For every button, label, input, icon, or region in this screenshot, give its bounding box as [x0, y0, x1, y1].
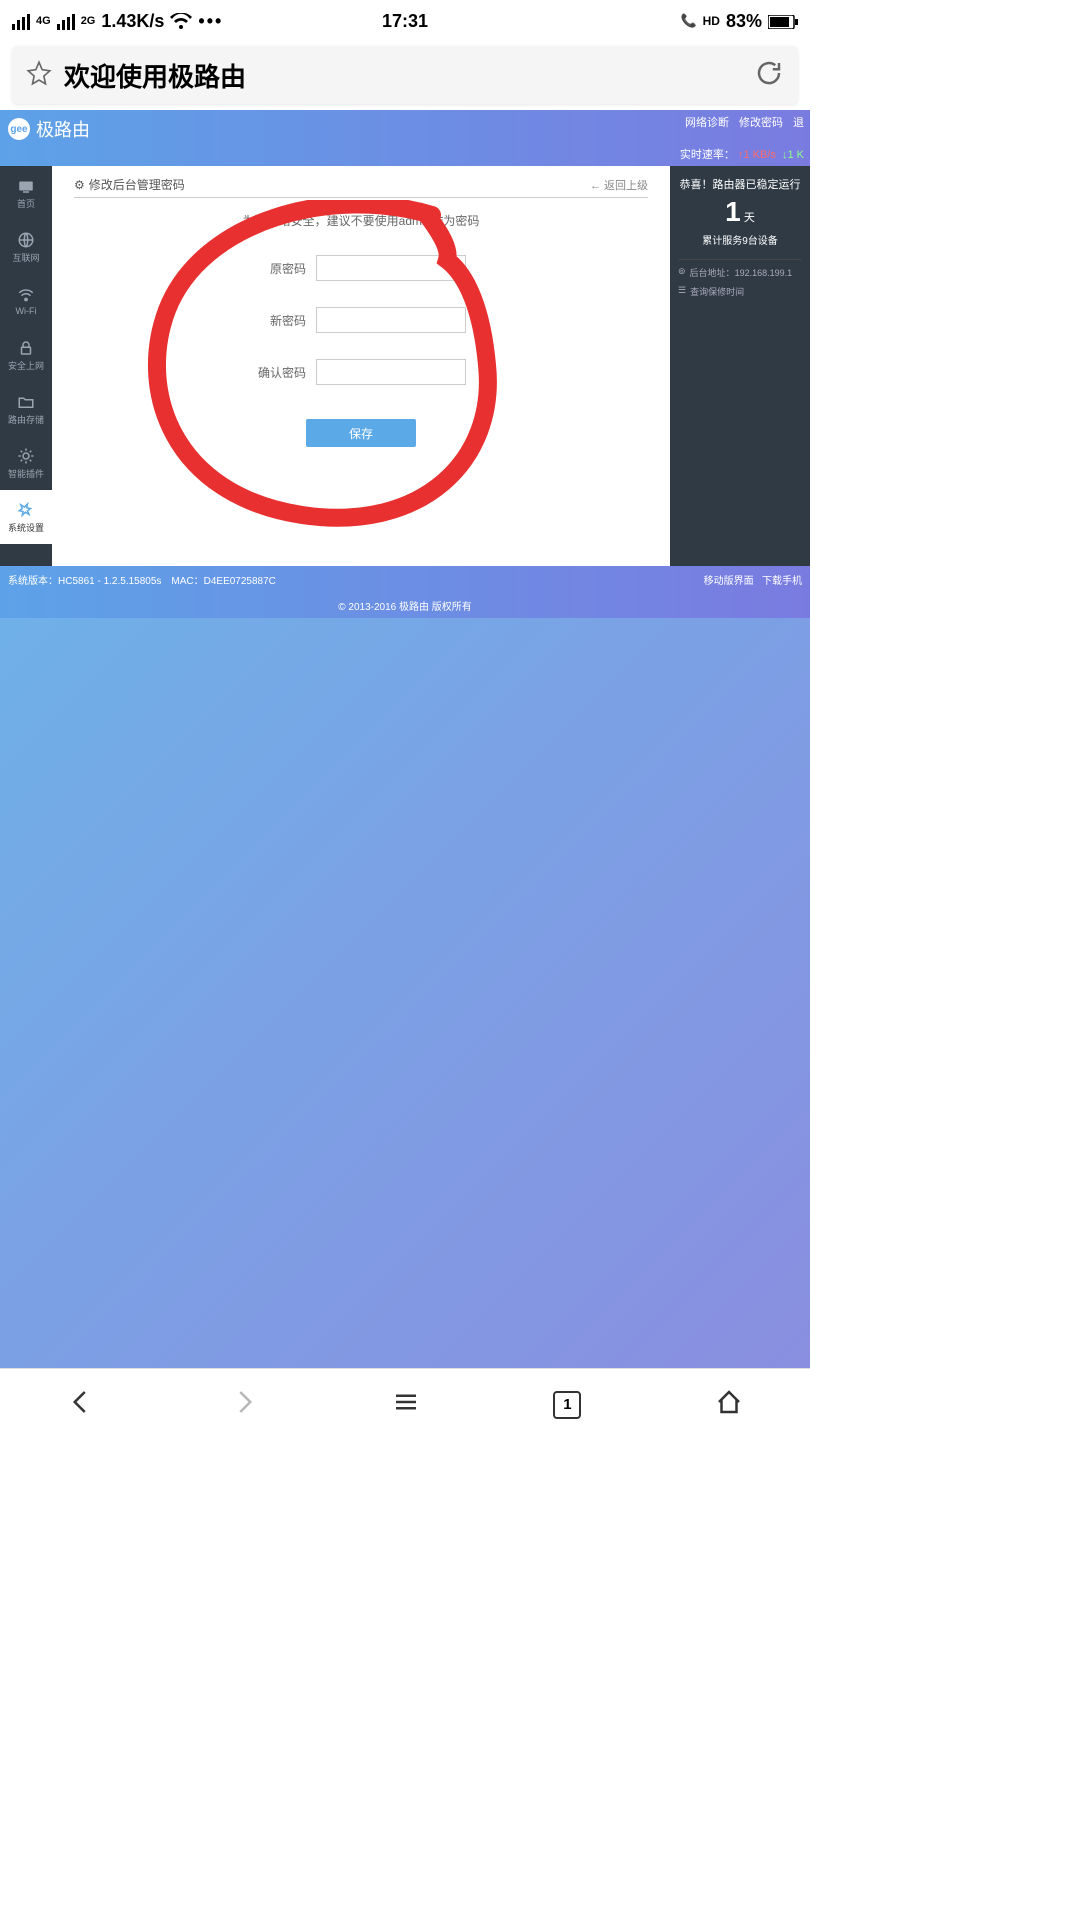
hd-label: HD — [703, 14, 720, 28]
warranty-link[interactable]: 查询保修时间 — [690, 285, 744, 298]
sidebar-item-home[interactable]: 首页 — [0, 166, 52, 220]
signal-4g-icon — [12, 11, 30, 32]
signal-2g-icon — [57, 11, 75, 32]
main-panel: ⚙修改后台管理密码 ← 返回上级 为了网络安全，建议不要使用admin作为密码 … — [52, 166, 670, 566]
status-column: 恭喜！路由器已稳定运行 1 天 累计服务9台设备 ⊚ 后台地址：192.168.1… — [670, 166, 810, 566]
panel-title: 修改后台管理密码 — [89, 178, 185, 192]
reload-icon[interactable] — [754, 58, 784, 93]
nav-tabs-button[interactable]: 1 — [553, 1391, 581, 1419]
sidebar-item-internet[interactable]: 互联网 — [0, 220, 52, 274]
tab-count: 1 — [563, 1396, 571, 1413]
nav-forward-icon[interactable] — [229, 1387, 259, 1422]
sidebar-item-label: 首页 — [17, 197, 35, 210]
hd-call-icon: 📞 — [680, 13, 696, 29]
sidebar-item-label: 路由存储 — [8, 413, 44, 426]
sidebar-item-storage[interactable]: 路由存储 — [0, 382, 52, 436]
sidebar-item-security[interactable]: 安全上网 — [0, 328, 52, 382]
rate-label: 实时速率： — [680, 149, 735, 161]
page-title: 欢迎使用极路由 — [64, 57, 742, 94]
router-header: gee 极路由 网络诊断 修改密码 退 实时速率： ↑1 KB/s ↓1 K — [0, 110, 810, 166]
backend-ip: 192.168.199.1 — [735, 268, 793, 278]
link-network-diag[interactable]: 网络诊断 — [685, 114, 729, 130]
page-background-gradient — [0, 618, 810, 1376]
old-password-label: 原密码 — [256, 260, 306, 277]
footer-bar: 系统版本：HC5861 - 1.2.5.15805s MAC：D4EE07258… — [0, 566, 810, 592]
sidebar-item-label: 智能插件 — [8, 467, 44, 480]
confirm-password-label: 确认密码 — [256, 364, 306, 381]
security-hint: 为了网络安全，建议不要使用admin作为密码 — [74, 212, 648, 229]
gear-icon: ⚙ — [74, 178, 85, 192]
old-password-input[interactable] — [316, 255, 466, 281]
browser-bottom-nav: 1 — [0, 1368, 810, 1440]
download-app-link[interactable]: 下载手机 — [762, 576, 802, 587]
backend-label: 后台地址： — [690, 268, 735, 278]
net-4g-label: 4G — [36, 15, 51, 27]
new-password-label: 新密码 — [256, 312, 306, 329]
uptime-congrats: 恭喜！路由器已稳定运行 — [678, 176, 802, 192]
uptime-unit: 天 — [744, 212, 755, 224]
new-password-input[interactable] — [316, 307, 466, 333]
back-link[interactable]: ← 返回上级 — [590, 177, 648, 193]
uptime-days: 1 — [725, 196, 741, 227]
link-logout[interactable]: 退 — [793, 114, 804, 130]
rate-download: 1 K — [787, 149, 804, 161]
sidebar-item-settings[interactable]: 系统设置 — [0, 490, 52, 544]
version-info: 系统版本：HC5861 - 1.2.5.15805s MAC：D4EE07258… — [8, 572, 276, 587]
save-button[interactable]: 保存 — [306, 419, 416, 447]
sidebar-item-label: Wi-Fi — [16, 306, 37, 316]
browser-address-bar[interactable]: 欢迎使用极路由 — [12, 46, 798, 104]
clock: 17:31 — [382, 11, 428, 32]
list-icon: ☰ — [678, 285, 686, 298]
sidebar-item-label: 互联网 — [12, 251, 39, 264]
link-change-password[interactable]: 修改密码 — [739, 114, 783, 130]
favorite-star-icon[interactable] — [26, 60, 52, 91]
net-speed: 1.43K/s — [101, 11, 164, 32]
wifi-icon — [170, 11, 192, 32]
link-icon: ⊚ — [678, 266, 686, 279]
confirm-password-input[interactable] — [316, 359, 466, 385]
mobile-view-link[interactable]: 移动版界面 — [704, 576, 754, 587]
brand-logo-icon: gee — [8, 118, 30, 140]
nav-home-icon[interactable] — [714, 1387, 744, 1422]
sidebar: 首页 互联网 Wi-Fi 安全上网 路由存储 智能插件 系统设置 — [0, 166, 52, 566]
nav-back-icon[interactable] — [66, 1387, 96, 1422]
nav-menu-icon[interactable] — [391, 1387, 421, 1422]
battery-icon — [768, 11, 798, 32]
sidebar-item-label: 安全上网 — [8, 359, 44, 372]
device-count: 累计服务9台设备 — [678, 232, 802, 247]
net-2g-label: 2G — [81, 15, 96, 27]
sidebar-item-plugins[interactable]: 智能插件 — [0, 436, 52, 490]
battery-pct: 83% — [726, 11, 762, 32]
rate-upload: 1 KB/s — [743, 149, 775, 161]
more-dots-icon: ••• — [198, 11, 223, 32]
sidebar-item-wifi[interactable]: Wi-Fi — [0, 274, 52, 328]
copyright: © 2013-2016 极路由 版权所有 — [0, 592, 810, 618]
sidebar-item-label: 系统设置 — [8, 521, 44, 534]
phone-status-bar: 4G 2G 1.43K/s ••• 17:31 📞 HD 83% — [0, 0, 810, 42]
brand-name: 极路由 — [36, 116, 90, 142]
